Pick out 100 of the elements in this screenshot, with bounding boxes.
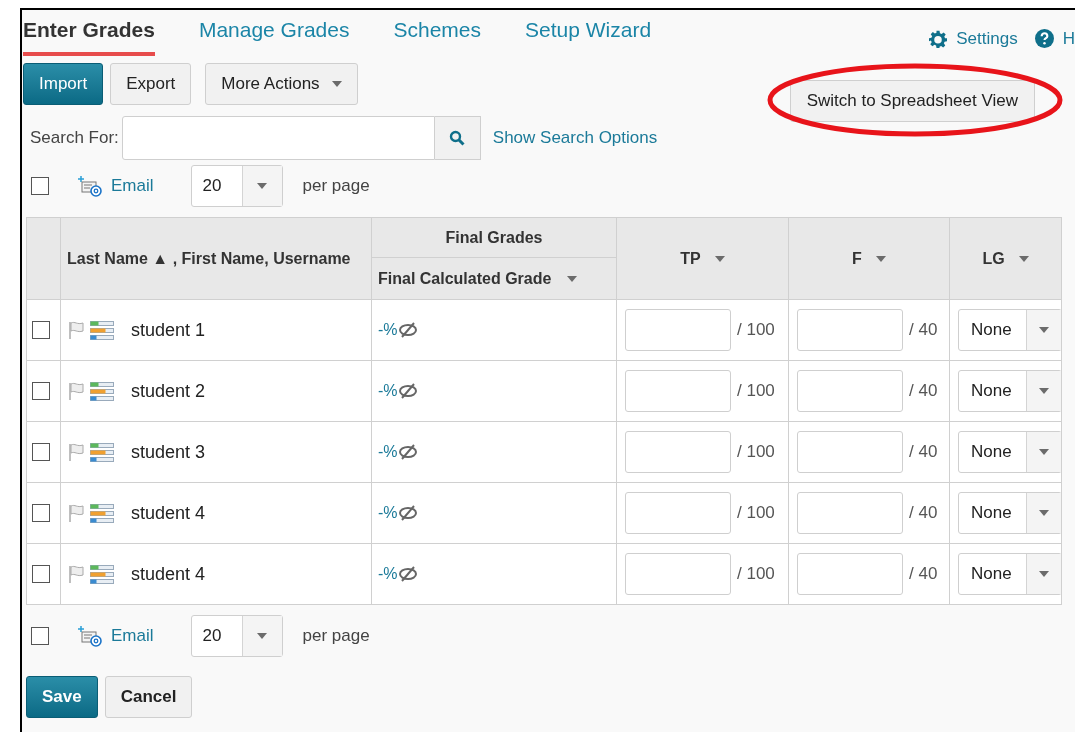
tab[interactable]: Setup Wizard <box>525 14 652 56</box>
grade-input[interactable] <box>625 370 731 412</box>
column-header[interactable]: TP <box>616 217 789 300</box>
settings-icon <box>929 29 948 48</box>
max-points: / 100 <box>737 319 775 342</box>
caret-icon <box>1039 449 1049 455</box>
help-link[interactable]: H <box>1034 26 1075 52</box>
button[interactable]: Import <box>23 63 104 105</box>
search-label: Search For: <box>30 127 119 150</box>
student-name: student 4 <box>131 562 206 586</box>
button[interactable]: Export <box>110 63 192 105</box>
grade-input[interactable] <box>625 553 731 595</box>
grade-input[interactable] <box>797 492 903 534</box>
caret-icon <box>1039 510 1049 516</box>
email-icon[interactable] <box>78 175 102 197</box>
caret-icon <box>875 255 886 262</box>
max-points: / 40 <box>909 441 938 464</box>
grade-select[interactable]: None <box>958 553 1062 595</box>
per-page-label: per page <box>302 175 370 198</box>
email-link[interactable]: Email <box>111 623 154 649</box>
column-header[interactable]: F <box>788 217 950 300</box>
tab[interactable]: Schemes <box>393 14 482 56</box>
flag-icon[interactable] <box>67 381 87 401</box>
hidden-icon <box>397 383 418 399</box>
tab[interactable]: Enter Grades <box>23 14 155 56</box>
checkbox[interactable] <box>32 565 50 583</box>
checkbox[interactable] <box>31 627 49 645</box>
grade-select[interactable]: None <box>958 309 1062 351</box>
grade-input[interactable] <box>797 370 903 412</box>
per-page-select[interactable]: 20 <box>190 165 283 207</box>
caret-icon <box>1018 255 1029 262</box>
max-points: / 40 <box>909 319 938 342</box>
button[interactable]: Save <box>26 676 98 718</box>
per-page-select[interactable]: 20 <box>190 615 283 657</box>
grade-value: -% <box>378 503 398 523</box>
progress-icon[interactable] <box>90 320 114 340</box>
caret-icon <box>257 183 267 189</box>
column-header[interactable]: Last Name ▲ , First Name, Username <box>60 217 372 300</box>
progress-icon[interactable] <box>90 503 114 523</box>
grade-input[interactable] <box>625 309 731 351</box>
settings-link[interactable]: Settings <box>929 26 1018 52</box>
switch-view-button[interactable]: Switch to Spreadsheet View <box>789 80 1035 122</box>
hidden-icon <box>397 505 418 521</box>
flag-icon[interactable] <box>67 503 87 523</box>
max-points: / 40 <box>909 563 938 586</box>
grade-input[interactable] <box>625 492 731 534</box>
email-icon[interactable] <box>78 625 102 647</box>
caret-icon <box>1039 571 1049 577</box>
checkbox[interactable] <box>32 504 50 522</box>
grade-input[interactable] <box>625 431 731 473</box>
hidden-icon <box>397 566 418 582</box>
max-points: / 40 <box>909 502 938 525</box>
progress-icon[interactable] <box>90 442 114 462</box>
grade-select[interactable]: None <box>958 492 1062 534</box>
caret-icon <box>714 255 725 262</box>
email-link[interactable]: Email <box>111 173 154 199</box>
hidden-icon <box>397 444 418 460</box>
max-points: / 100 <box>737 380 775 403</box>
caret-icon <box>1039 327 1049 333</box>
flag-icon[interactable] <box>67 564 87 584</box>
flag-icon[interactable] <box>67 320 87 340</box>
search-button[interactable] <box>434 116 481 160</box>
hidden-icon <box>397 322 418 338</box>
grade-input[interactable] <box>797 309 903 351</box>
column-header[interactable]: LG <box>949 217 1062 300</box>
search-options-link[interactable]: Show Search Options <box>492 125 658 151</box>
student-name: student 4 <box>131 501 206 525</box>
checkbox[interactable] <box>32 321 50 339</box>
caret-icon <box>1039 388 1049 394</box>
checkbox[interactable] <box>32 382 50 400</box>
progress-icon[interactable] <box>90 381 114 401</box>
grade-select[interactable]: None <box>958 431 1062 473</box>
search-icon <box>449 130 466 146</box>
tab[interactable]: Manage Grades <box>198 14 350 56</box>
caret-icon <box>331 81 342 87</box>
dropdown-button[interactable]: More Actions <box>205 63 358 105</box>
checkbox[interactable] <box>32 443 50 461</box>
checkbox[interactable] <box>31 177 49 195</box>
max-points: / 100 <box>737 441 775 464</box>
grade-value: -% <box>378 564 398 584</box>
student-name: student 3 <box>131 440 206 464</box>
help-icon <box>1034 29 1054 49</box>
grade-value: -% <box>378 320 398 340</box>
caret-icon <box>567 275 578 282</box>
per-page-label: per page <box>302 625 370 648</box>
search-field[interactable] <box>121 116 435 160</box>
max-points: / 100 <box>737 563 775 586</box>
progress-icon[interactable] <box>90 564 114 584</box>
grade-select[interactable]: None <box>958 370 1062 412</box>
flag-icon[interactable] <box>67 442 87 462</box>
grade-input[interactable] <box>797 431 903 473</box>
grade-input[interactable] <box>797 553 903 595</box>
grade-value: -% <box>378 442 398 462</box>
student-name: student 1 <box>131 318 206 342</box>
student-name: student 2 <box>131 379 206 403</box>
max-points: / 100 <box>737 502 775 525</box>
column-group-header: Final Grades <box>371 217 617 258</box>
max-points: / 40 <box>909 380 938 403</box>
button[interactable]: Cancel <box>104 676 193 718</box>
grade-value: -% <box>378 381 398 401</box>
